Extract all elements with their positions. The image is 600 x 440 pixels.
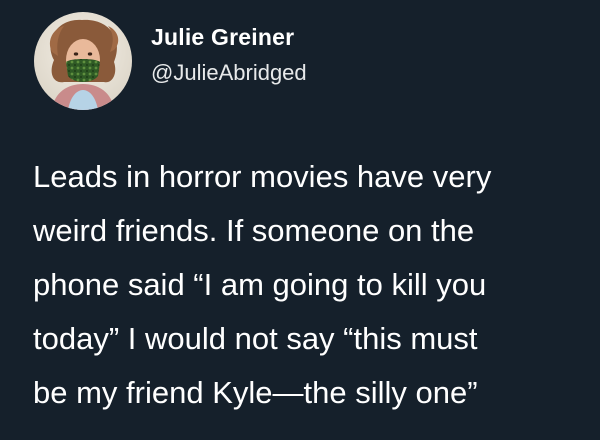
author-handle[interactable]: @JulieAbridged xyxy=(151,60,307,86)
tweet-line: today” I would not say “this must xyxy=(33,321,478,356)
tweet-line: phone said “I am going to kill you xyxy=(33,267,487,302)
tweet-text: Leads in horror movies have very weird f… xyxy=(33,150,593,420)
tweet-card: Julie Greiner @JulieAbridged Leads in ho… xyxy=(0,0,600,440)
avatar[interactable] xyxy=(34,12,132,110)
author-display-name[interactable]: Julie Greiner xyxy=(151,24,294,51)
tweet-line: weird friends. If someone on the xyxy=(33,213,475,248)
profile-photo-icon xyxy=(34,12,132,110)
tweet-line: Leads in horror movies have very xyxy=(33,159,492,194)
tweet-line: be my friend Kyle—the silly one” xyxy=(33,375,478,410)
